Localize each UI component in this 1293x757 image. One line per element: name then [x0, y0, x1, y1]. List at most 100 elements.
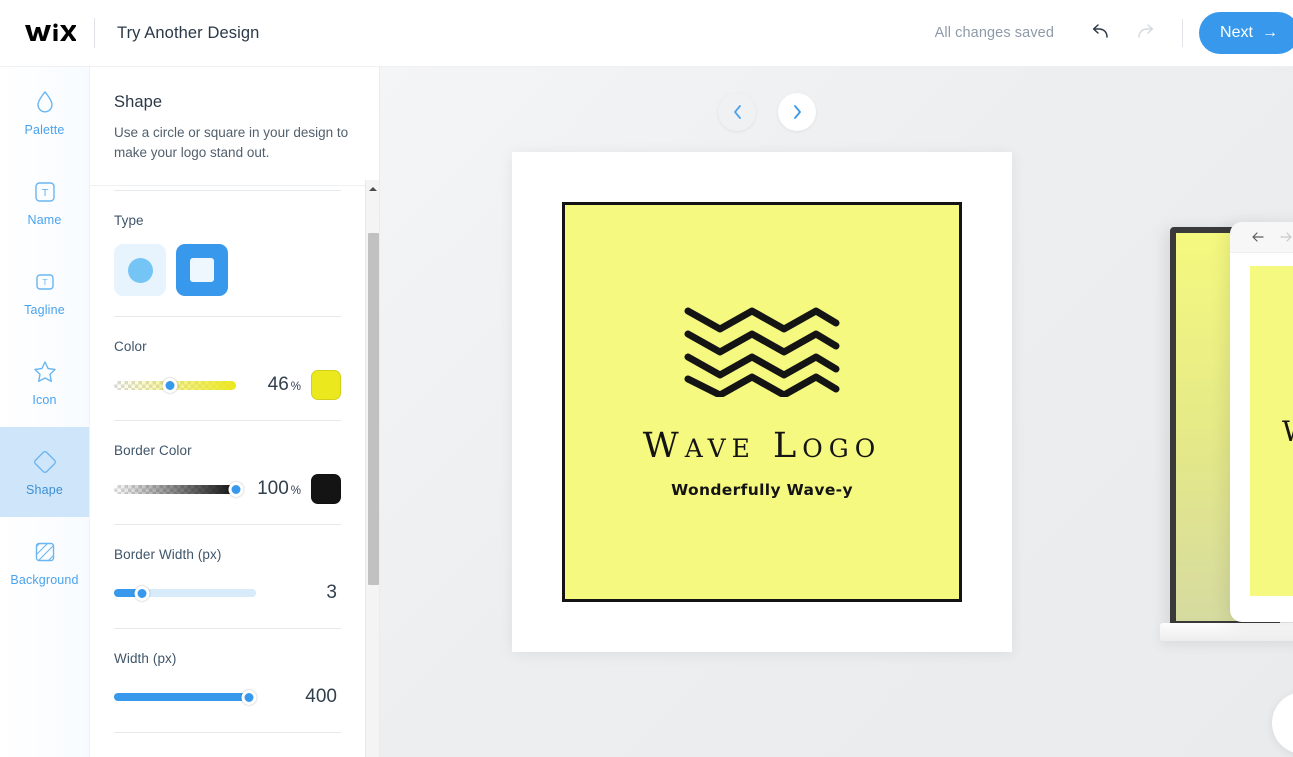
next-button[interactable]: Next → [1199, 12, 1293, 54]
color-opacity-row: 46 % [114, 370, 341, 400]
undo-icon [1092, 24, 1108, 38]
browser-logo-letter: W [1282, 415, 1293, 448]
field-type: Type [114, 191, 341, 317]
svg-text:T: T [40, 188, 48, 199]
sidebar-nav: Palette T Name T Tagline Icon Shape Back… [0, 67, 90, 757]
page-title: Try Another Design [117, 23, 260, 42]
field-label-width: Width (px) [114, 651, 177, 666]
chat-bubble-button[interactable] [1272, 692, 1293, 754]
shape-option-square[interactable] [176, 244, 228, 296]
app-root: Try Another Design All changes saved Nex… [0, 0, 1293, 757]
sidebar-item-icon[interactable]: Icon [0, 337, 89, 427]
previous-design-button[interactable] [718, 93, 756, 131]
sidebar-item-label: Background [10, 572, 79, 587]
border-opacity-slider[interactable] [114, 482, 244, 497]
diamond-icon [31, 448, 59, 476]
zigzag-wave-icon [684, 307, 840, 397]
field-border-color: Border Color 100 % [114, 421, 341, 525]
sidebar-item-label: Palette [24, 122, 65, 137]
circle-glyph-icon [127, 257, 153, 283]
design-navigation [718, 93, 816, 131]
sidebar-item-label: Name [27, 212, 62, 227]
field-width: Width (px) 400 [114, 629, 341, 733]
border-opacity-number: 100 [257, 478, 289, 499]
border-width-row: 3 [114, 578, 341, 608]
sidebar-item-label: Tagline [24, 302, 65, 317]
slider-thumb[interactable] [228, 482, 244, 497]
sidebar-item-name[interactable]: T Name [0, 157, 89, 247]
square-glyph-icon [190, 258, 214, 282]
panel-scrollbar[interactable] [365, 180, 380, 757]
scroll-up-arrow-button[interactable] [366, 180, 380, 197]
next-design-button[interactable] [778, 93, 816, 131]
sidebar-item-shape[interactable]: Shape [0, 427, 89, 517]
sidebar-item-palette[interactable]: Palette [0, 67, 89, 157]
wix-logo[interactable] [24, 20, 76, 46]
color-opacity-slider[interactable] [114, 378, 236, 393]
color-swatch[interactable] [311, 370, 341, 400]
logo-preview-card[interactable]: Wave Logo Wonderfully Wave-y [512, 152, 1012, 652]
sidebar-item-label: Icon [32, 392, 57, 407]
panel-scroll-area: Type Color 46 % Border Color 100 % Borde… [90, 180, 365, 757]
border-color-swatch[interactable] [311, 474, 341, 504]
browser-mockup: W [1230, 222, 1293, 622]
logo-tagline-text: Wonderfully Wave-y [671, 481, 853, 499]
percent-sign: % [290, 381, 301, 393]
text-box-icon: T [31, 178, 59, 206]
browser-logo-preview: W [1250, 266, 1293, 596]
undo-button[interactable] [1084, 16, 1118, 50]
field-border-width: Border Width (px) 3 [114, 525, 341, 629]
svg-text:T: T [41, 278, 47, 287]
sidebar-item-tagline[interactable]: T Tagline [0, 247, 89, 337]
border-width-value: 3 [326, 582, 337, 603]
logo-name-text: Wave Logo [642, 426, 882, 466]
sidebar-item-label: Shape [26, 482, 63, 497]
scrollbar-thumb[interactable] [368, 233, 379, 585]
border-width-slider[interactable] [114, 586, 256, 601]
tablet-stand [1160, 623, 1293, 641]
border-opacity-value: 100 % [257, 478, 301, 500]
slider-thumb[interactable] [134, 586, 150, 601]
logo-shape: Wave Logo Wonderfully Wave-y [562, 202, 962, 602]
forward-arrow-icon [1280, 232, 1292, 242]
field-label-border-color: Border Color [114, 443, 192, 458]
panel-right-edge [379, 67, 380, 757]
panel-body: Type Color 46 % Border Color 100 % Borde… [90, 180, 380, 757]
border-opacity-row: 100 % [114, 474, 341, 504]
preview-stage: W Wave Logo Wonderfully Wave-y [380, 67, 1293, 757]
browser-chrome [1230, 222, 1293, 253]
panel-title: Shape [114, 93, 163, 111]
field-color: Color 46 % [114, 317, 341, 421]
field-label-border-width: Border Width (px) [114, 547, 222, 562]
topbar-divider [94, 18, 95, 48]
shape-settings-panel: Shape Use a circle or square in your des… [90, 67, 380, 757]
field-height: Height (px) 400 [114, 733, 341, 757]
scroll-up-arrow-icon [369, 186, 377, 191]
slider-thumb[interactable] [162, 378, 178, 393]
redo-button[interactable] [1128, 16, 1162, 50]
back-arrow-icon [1252, 232, 1264, 242]
topbar-actions: All changes saved Next → [935, 0, 1293, 66]
percent-sign: % [290, 485, 301, 497]
chevron-left-icon [733, 105, 741, 119]
type-options [114, 244, 341, 296]
text-box-icon: T [31, 268, 59, 296]
shape-option-circle[interactable] [114, 244, 166, 296]
save-status: All changes saved [934, 25, 1054, 41]
droplet-icon [31, 88, 59, 116]
top-bar: Try Another Design All changes saved Nex… [0, 0, 1293, 67]
slider-fill [114, 693, 249, 701]
redo-icon [1138, 24, 1154, 38]
chevron-right-icon [793, 105, 801, 119]
slider-thumb[interactable] [241, 690, 257, 705]
next-button-label: Next [1220, 24, 1253, 41]
color-opacity-value: 46 % [268, 374, 301, 396]
sidebar-item-background[interactable]: Background [0, 517, 89, 607]
panel-description: Use a circle or square in your design to… [114, 125, 349, 160]
star-icon [31, 358, 59, 386]
field-label-type: Type [114, 213, 144, 228]
width-slider[interactable] [114, 690, 257, 705]
hatch-square-icon [31, 538, 59, 566]
arrow-right-icon: → [1261, 24, 1278, 41]
field-label-color: Color [114, 339, 147, 354]
